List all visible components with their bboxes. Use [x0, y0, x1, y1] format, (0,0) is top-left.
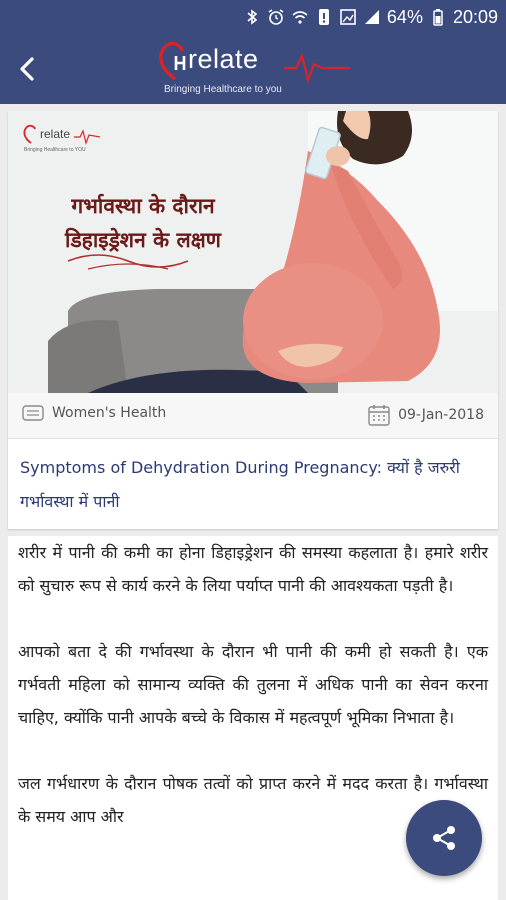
data-saver-icon	[315, 8, 333, 26]
screenshot-icon	[339, 8, 357, 26]
back-button[interactable]	[6, 47, 50, 91]
status-bar: 64% 20:09	[0, 0, 506, 34]
logo-tagline: Bringing Healthcare to you	[164, 84, 282, 95]
hero-title-line2: डिहाइड्रेशन के लक्षण	[65, 227, 221, 252]
back-arrow-icon	[20, 57, 34, 81]
hero-logo-tagline: Bringing Healthcare to YOU	[24, 147, 86, 153]
article-card: relate Bringing Healthcare to YOU गर्भाव…	[8, 111, 498, 529]
hero-title-line1: गर्भावस्था के दौरान	[71, 193, 215, 218]
bluetooth-icon	[243, 8, 261, 26]
category[interactable]: Women's Health	[22, 405, 166, 421]
paragraph-1: शरीर में पानी की कमी का होना डिहाइड्रेशन…	[18, 543, 488, 595]
signal-icon	[363, 8, 381, 26]
content-area: relate Bringing Healthcare to YOU गर्भाव…	[0, 104, 506, 900]
battery-percent: 64%	[386, 6, 423, 27]
category-label: Women's Health	[52, 405, 167, 421]
wifi-icon	[291, 8, 309, 26]
meta-row: Women's Health 09-Jan-2018	[8, 393, 498, 439]
battery-icon	[429, 8, 447, 26]
date-label: 09-Jan-2018	[398, 407, 484, 423]
hero-logo: relate Bringing Healthcare to YOU	[22, 123, 102, 157]
paragraph-2: आपको बता दे की गर्भावस्था के दौरान भी पा…	[18, 642, 488, 727]
hero-image: relate Bringing Healthcare to YOU गर्भाव…	[8, 111, 498, 393]
publish-date: 09-Jan-2018	[368, 404, 484, 426]
hero-logo-text: relate	[40, 127, 71, 141]
share-icon	[433, 826, 455, 850]
hero-title: गर्भावस्था के दौरान डिहाइड्रेशन के लक्षण	[28, 189, 258, 257]
app-bar: relate Bringing Healthcare to you	[0, 34, 506, 104]
article-title: Symptoms of Dehydration During Pregnancy…	[20, 458, 460, 511]
alarm-icon	[267, 8, 285, 26]
clock: 20:09	[452, 6, 498, 27]
share-button[interactable]	[406, 800, 482, 876]
app-logo: relate Bringing Healthcare to you	[156, 38, 352, 100]
category-icon	[22, 405, 44, 421]
logo-text: relate	[188, 44, 259, 74]
calendar-icon	[368, 405, 390, 426]
